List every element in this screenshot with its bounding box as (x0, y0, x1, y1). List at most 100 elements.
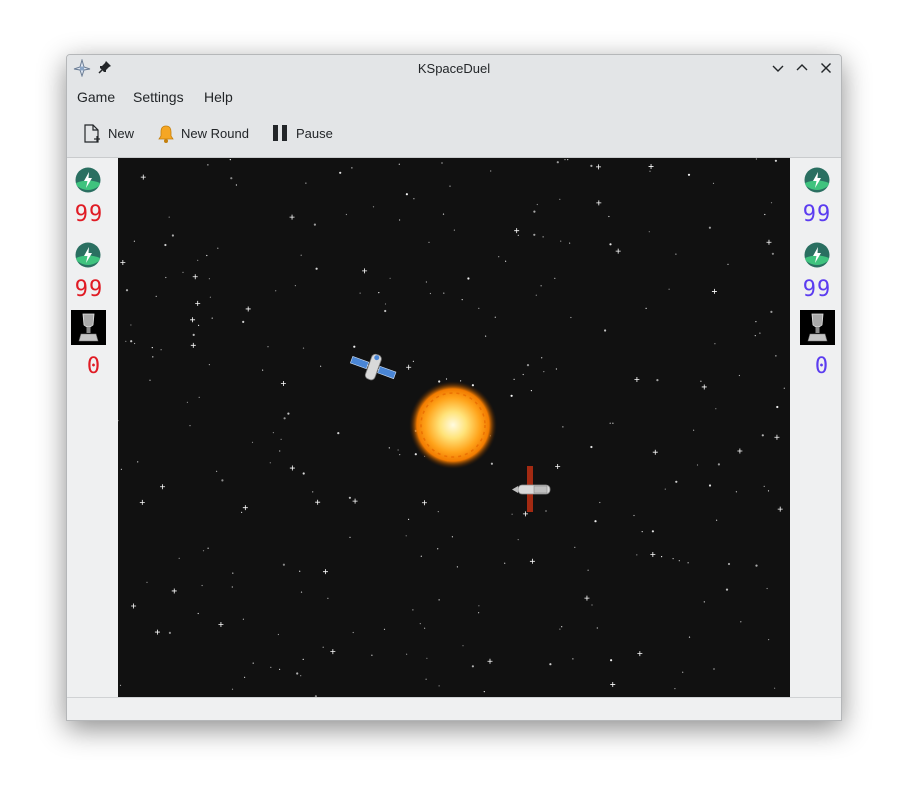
star (412, 360, 414, 362)
star (648, 231, 650, 233)
star (656, 379, 659, 382)
star (727, 562, 731, 566)
star (740, 621, 742, 623)
star (755, 321, 757, 323)
star (208, 364, 210, 366)
star (462, 645, 464, 647)
star (604, 329, 607, 332)
new-round-button[interactable]: New Round (156, 121, 256, 147)
star (171, 234, 174, 237)
star (535, 294, 537, 296)
star (526, 364, 530, 367)
star (759, 332, 761, 334)
bright-star (737, 448, 743, 454)
star (165, 276, 167, 279)
star (345, 213, 347, 216)
new-button[interactable]: New (83, 121, 139, 147)
star (197, 612, 199, 615)
star (774, 159, 778, 162)
star (275, 290, 277, 292)
star (287, 412, 290, 415)
close-icon[interactable] (818, 60, 834, 76)
star (198, 324, 200, 326)
pause-button-label: Pause (296, 126, 333, 141)
bright-star (154, 629, 160, 635)
star (564, 159, 566, 161)
star (770, 310, 773, 313)
star (208, 278, 210, 280)
star (591, 604, 593, 606)
star (776, 405, 779, 409)
pause-button[interactable]: Pause (272, 121, 342, 147)
star (420, 555, 422, 557)
star (315, 267, 318, 270)
star (771, 252, 775, 255)
player1-shield: 99 (74, 277, 104, 302)
star (302, 658, 304, 660)
star (651, 530, 655, 533)
star (279, 668, 281, 670)
star (312, 491, 314, 493)
star (636, 554, 638, 556)
star (594, 520, 597, 523)
star (251, 441, 254, 443)
bright-star (242, 505, 248, 511)
star (478, 307, 480, 309)
star (235, 184, 237, 186)
star (738, 374, 741, 377)
star (451, 536, 453, 538)
star (504, 562, 506, 564)
star (556, 161, 559, 164)
star (182, 271, 184, 273)
star (767, 490, 770, 492)
bright-star (315, 499, 321, 505)
star (761, 434, 764, 437)
star (483, 691, 485, 693)
star (559, 198, 561, 200)
star (596, 627, 598, 629)
star (322, 646, 324, 648)
bright-star (330, 649, 336, 655)
star (675, 480, 678, 483)
star (408, 518, 410, 520)
star (119, 684, 122, 687)
star (197, 259, 199, 261)
star (137, 461, 139, 463)
star (413, 198, 415, 200)
star (599, 501, 601, 504)
star (202, 550, 205, 552)
star (478, 605, 480, 607)
star (384, 309, 387, 313)
star (768, 639, 770, 641)
star (764, 213, 766, 216)
star (419, 623, 421, 625)
star (770, 202, 773, 204)
star (267, 346, 269, 348)
bright-star (650, 551, 656, 557)
star (717, 463, 721, 466)
star (189, 425, 191, 427)
menu-settings[interactable]: Settings (133, 82, 184, 112)
chevron-down-icon[interactable] (770, 60, 786, 76)
menu-game[interactable]: Game (77, 82, 115, 112)
star (567, 159, 569, 161)
status-bar (67, 697, 841, 720)
game-playfield[interactable] (118, 158, 790, 697)
star (572, 658, 574, 660)
star (755, 564, 758, 567)
menu-help[interactable]: Help (204, 82, 233, 112)
star (429, 292, 431, 295)
bright-star (701, 384, 707, 390)
star (471, 665, 474, 668)
bright-star (171, 588, 177, 594)
star (570, 316, 572, 319)
star (146, 581, 148, 583)
menu-bar: Game Settings Help (67, 82, 841, 112)
chevron-up-icon[interactable] (794, 60, 810, 76)
star (231, 688, 234, 690)
title-bar[interactable]: KSpaceDuel (67, 55, 841, 82)
star (763, 485, 765, 487)
star (561, 626, 563, 628)
star (168, 216, 170, 218)
star (766, 587, 768, 590)
